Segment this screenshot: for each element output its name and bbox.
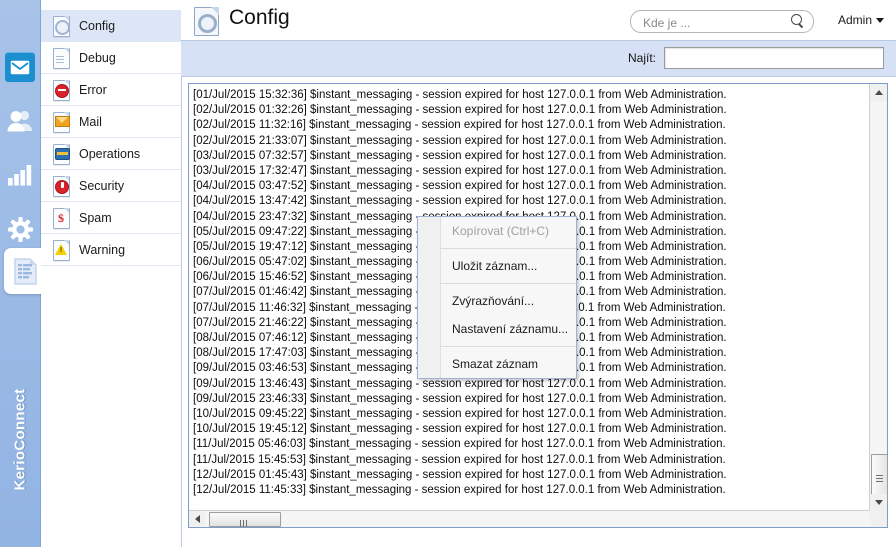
- security-log-icon: [53, 175, 70, 197]
- log-line: [04/Jul/2015 13:47:42] $instant_messagin…: [193, 195, 727, 208]
- mail-log-icon: [53, 111, 70, 133]
- log-line: [03/Jul/2015 07:32:57] $instant_messagin…: [193, 149, 727, 162]
- context-menu-item[interactable]: Smazat záznam: [418, 350, 576, 378]
- spam-log-icon: $: [53, 207, 70, 229]
- account-label: Admin: [837, 13, 872, 27]
- log-line: [01/Jul/2015 15:32:36] $instant_messagin…: [193, 89, 727, 101]
- log-line: [04/Jul/2015 03:47:52] $instant_messagin…: [193, 180, 727, 193]
- mail-icon: [10, 60, 30, 74]
- brand-text: KerioConnect: [11, 388, 29, 490]
- search-icon[interactable]: [791, 14, 805, 29]
- sidebar-item-config[interactable]: Config: [41, 10, 181, 42]
- warning-log-icon: [53, 239, 70, 261]
- log-line: [12/Jul/2015 01:45:43] $instant_messagin…: [193, 468, 727, 481]
- users-icon: [7, 110, 32, 132]
- find-input[interactable]: [665, 48, 883, 68]
- sidebar-top-spacer: [41, 0, 181, 10]
- logs-icon: [14, 257, 37, 285]
- log-line: [02/Jul/2015 01:32:26] $instant_messagin…: [193, 104, 727, 117]
- chevron-down-icon: [876, 18, 884, 24]
- triangle-left-icon: [194, 514, 200, 523]
- account-menu[interactable]: Admin: [838, 13, 884, 27]
- log-line: [09/Jul/2015 23:46:33] $instant_messagin…: [193, 392, 727, 405]
- log-line: [03/Jul/2015 17:32:47] $instant_messagin…: [193, 164, 727, 177]
- page-title: Config: [229, 6, 290, 29]
- scroll-up-button[interactable]: [870, 84, 887, 101]
- context-menu-item: Kopírovat (Ctrl+C): [452, 224, 550, 238]
- sidebar-item-label: Spam: [79, 210, 112, 225]
- log-line: [11/Jul/2015 15:45:53] $instant_messagin…: [193, 453, 726, 466]
- sidebar-item-error[interactable]: Error: [41, 74, 181, 106]
- global-search[interactable]: [630, 10, 814, 34]
- debug-log-icon: [53, 47, 70, 69]
- log-vertical-scrollbar[interactable]: [869, 84, 888, 511]
- config-log-icon: [53, 15, 70, 37]
- log-context-menu[interactable]: Kopírovat (Ctrl+C) Uložit záznam... Zvýraz…: [417, 216, 577, 379]
- rail-icon-list: [0, 40, 40, 256]
- horizontal-scroll-thumb[interactable]: [209, 512, 281, 527]
- sidebar-item-label: Security: [79, 178, 125, 193]
- config-gear-document-icon: [194, 7, 220, 36]
- log-line: [10/Jul/2015 19:45:12] $instant_messagin…: [193, 423, 727, 436]
- operations-log-icon: [53, 143, 70, 165]
- log-toolbar: Najít:: [181, 41, 896, 77]
- sidebar-item-label: Debug: [79, 50, 116, 65]
- sidebar-item-warning[interactable]: Warning: [41, 234, 181, 266]
- scroll-grip-icon: [876, 475, 883, 484]
- context-menu-item[interactable]: Zvýrazňování...: [418, 287, 576, 315]
- page-header: Config Admin: [181, 0, 896, 41]
- settings-gear-icon: [7, 216, 33, 242]
- rail-item-users[interactable]: [0, 94, 40, 148]
- context-menu-separator: [441, 248, 576, 249]
- search-input[interactable]: [641, 11, 785, 34]
- context-menu-separator: [441, 346, 576, 347]
- scroll-grip-icon: [240, 516, 249, 530]
- find-label: Najít:: [627, 51, 656, 65]
- scrollbar-corner: [870, 511, 887, 527]
- triangle-down-icon: [874, 500, 883, 505]
- context-menu-item[interactable]: Uložit záznam...: [418, 252, 576, 280]
- scroll-down-button[interactable]: [870, 494, 887, 511]
- sidebar-item-debug[interactable]: Debug: [41, 42, 181, 74]
- rail-item-mail[interactable]: [0, 40, 40, 94]
- sidebar-item-label: Warning: [79, 242, 126, 257]
- log-line: [02/Jul/2015 21:33:07] $instant_messagin…: [193, 134, 727, 147]
- rail-item-statistics[interactable]: [0, 148, 40, 202]
- log-horizontal-scrollbar[interactable]: [189, 510, 870, 527]
- log-type-sidebar: Config Debug Error Mail Operations Secur…: [41, 0, 182, 547]
- context-menu-separator: [441, 283, 576, 284]
- sidebar-item-label: Operations: [79, 146, 141, 161]
- log-line: [11/Jul/2015 05:46:03] $instant_messagin…: [193, 438, 726, 451]
- log-line: [12/Jul/2015 11:45:33] $instant_messagin…: [193, 483, 726, 496]
- sidebar-item-label: Mail: [79, 114, 102, 129]
- scroll-left-button[interactable]: [189, 511, 205, 526]
- sidebar-item-spam[interactable]: $ Spam: [41, 202, 181, 234]
- sidebar-item-security[interactable]: Security: [41, 170, 181, 202]
- error-log-icon: [53, 79, 70, 101]
- log-line: [10/Jul/2015 09:45:22] $instant_messagin…: [193, 407, 727, 420]
- sidebar-item-operations[interactable]: Operations: [41, 138, 181, 170]
- log-line: [02/Jul/2015 11:32:16] $instant_messagin…: [193, 119, 726, 132]
- find-field-wrapper[interactable]: [664, 47, 884, 69]
- statistics-icon: [8, 165, 32, 186]
- brand-label: KerioConnect: [0, 349, 40, 529]
- context-menu-item[interactable]: Nastavení záznamu...: [418, 315, 576, 343]
- sidebar-item-label: Error: [79, 82, 107, 97]
- sidebar-item-label: Config: [79, 18, 116, 33]
- kerio-connect-admin-window: KerioConnect Config Debug Error Mail Ope…: [0, 0, 896, 547]
- triangle-up-icon: [874, 90, 883, 95]
- sidebar-item-mail[interactable]: Mail: [41, 106, 181, 138]
- app-rail: KerioConnect: [0, 0, 48, 547]
